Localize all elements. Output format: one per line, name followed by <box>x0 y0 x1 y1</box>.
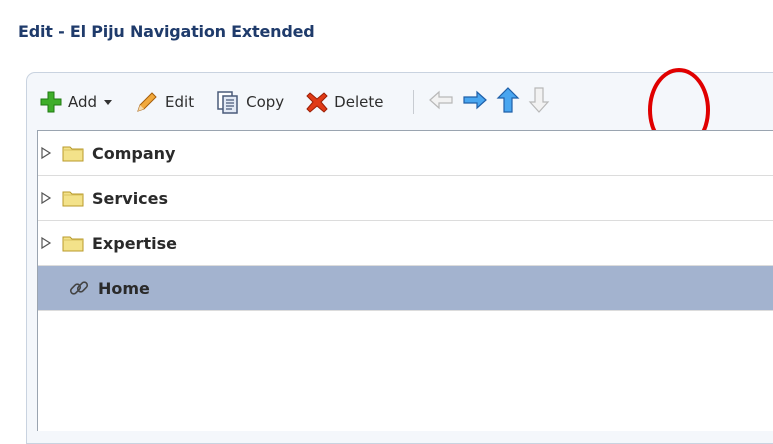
copy-button[interactable]: Copy <box>216 90 284 114</box>
toolbar-divider <box>413 90 415 114</box>
move-up-button[interactable] <box>496 86 520 118</box>
add-label: Add <box>68 93 98 111</box>
tree-item-label: Home <box>98 278 150 298</box>
arrow-down-icon <box>528 86 550 118</box>
folder-icon <box>62 189 84 207</box>
move-left-button[interactable] <box>428 89 454 115</box>
plus-icon <box>40 91 62 113</box>
folder-icon <box>62 144 84 162</box>
page-title: Edit - El Piju Navigation Extended <box>18 22 315 41</box>
delete-label: Delete <box>334 93 384 111</box>
tree-row-services[interactable]: Services <box>38 176 773 221</box>
delete-x-icon <box>306 91 328 113</box>
tree-row-company[interactable]: Company <box>38 131 773 176</box>
chevron-down-icon <box>103 98 113 106</box>
edit-button[interactable]: Edit <box>135 90 194 114</box>
expand-triangle-icon[interactable] <box>40 236 56 250</box>
folder-icon <box>62 234 84 252</box>
link-chain-icon <box>68 277 90 299</box>
expand-triangle-icon[interactable] <box>40 146 56 160</box>
pencil-icon <box>135 90 159 114</box>
tree-row-expertise[interactable]: Expertise <box>38 221 773 266</box>
edit-label: Edit <box>165 93 195 111</box>
move-right-button[interactable] <box>462 89 488 115</box>
copy-label: Copy <box>246 93 285 111</box>
add-button[interactable]: Add <box>40 91 113 113</box>
tree-row-home[interactable]: Home <box>38 266 773 311</box>
toolbar: Add Edit Copy Delete <box>40 84 773 120</box>
navigation-tree: Company Services Expertise Home <box>37 130 773 431</box>
arrow-right-icon <box>462 89 488 115</box>
arrow-up-icon <box>496 86 520 118</box>
copy-icon <box>216 90 240 114</box>
expand-triangle-icon[interactable] <box>40 191 56 205</box>
tree-item-label: Services <box>92 188 169 208</box>
move-down-button[interactable] <box>528 86 550 118</box>
arrow-left-icon <box>428 89 454 115</box>
tree-item-label: Company <box>92 143 176 163</box>
tree-item-label: Expertise <box>92 233 177 253</box>
delete-button[interactable]: Delete <box>306 91 383 113</box>
